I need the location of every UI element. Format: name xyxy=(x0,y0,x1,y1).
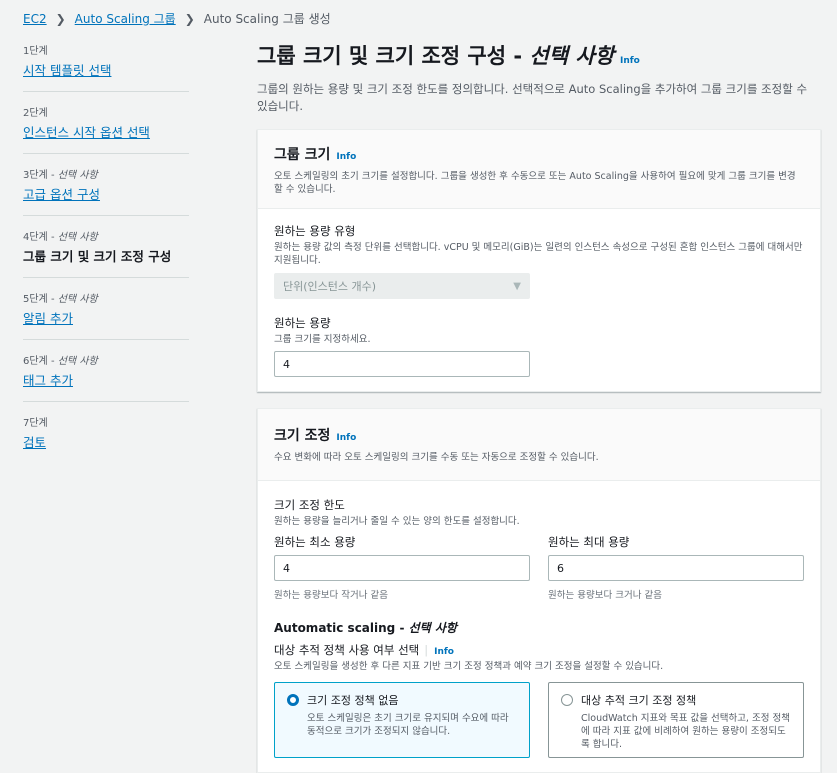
no-scaling-policy-tile[interactable]: 크기 조정 정책 없음 오토 스케일링은 초기 크기로 유지되며 수요에 따라 … xyxy=(274,682,530,758)
step-5: 5단계 - 선택 사항 알림 추가 xyxy=(23,290,189,340)
step-3: 3단계 - 선택 사항 고급 옵션 구성 xyxy=(23,166,189,216)
wizard-steps: 1단계 시작 템플릿 선택 2단계 인스턴스 시작 옵션 선택 3단계 - 선택… xyxy=(23,42,189,475)
scaling-title: 크기 조정 Info xyxy=(274,428,357,444)
step-current-group-size: 그룹 크기 및 크기 조정 구성 xyxy=(23,249,172,264)
step-2: 2단계 인스턴스 시작 옵션 선택 xyxy=(23,104,189,154)
scaling-panel: 크기 조정 Info 수요 변화에 따라 오토 스케일링의 크기를 수동 또는 자… xyxy=(257,408,821,773)
page-description: 그룹의 원하는 용량 및 크기 조정 한도를 정의합니다. 선택적으로 Auto… xyxy=(257,82,808,113)
min-capacity-field: 원하는 최소 용량 4 원하는 용량보다 작거나 같음 xyxy=(274,534,530,601)
capacity-type-description: 원하는 용량 값의 측정 단위를 선택합니다. vCPU 및 메모리(GiB)는… xyxy=(274,242,803,266)
policy-info-link[interactable]: Info xyxy=(434,647,454,657)
scaling-policy-tiles: 크기 조정 정책 없음 오토 스케일링은 초기 크기로 유지되며 수요에 따라 … xyxy=(274,682,804,758)
scaling-description: 수요 변화에 따라 오토 스케일링의 크기를 수동 또는 자동으로 조정할 수 … xyxy=(274,452,599,463)
tile-description: 오토 스케일링은 초기 크기로 유지되며 수요에 따라 동적으로 크기가 조정되… xyxy=(307,713,509,737)
scaling-header: 크기 조정 Info 수요 변화에 따라 오토 스케일링의 크기를 수동 또는 자… xyxy=(258,409,820,481)
step-number: 5단계 - 선택 사항 xyxy=(23,294,98,305)
breadcrumb-auto-scaling-groups[interactable]: Auto Scaling 그룹 xyxy=(75,10,176,27)
step-7: 7단계 검토 xyxy=(23,414,189,463)
group-size-description: 오토 스케일링의 초기 크기를 설정합니다. 그룹을 생성한 후 수동으로 또는… xyxy=(274,171,796,195)
page-info-link[interactable]: Info xyxy=(620,56,640,66)
scaling-info-link[interactable]: Info xyxy=(336,433,356,443)
chevron-right-icon: ❯ xyxy=(184,11,195,26)
target-tracking-policy-tile[interactable]: 대상 추적 크기 조정 정책 CloudWatch 지표와 목표 값을 선택하고… xyxy=(548,682,804,758)
step-number: 1단계 xyxy=(23,46,48,57)
tile-title: 대상 추적 크기 조정 정책 xyxy=(581,694,697,707)
desired-capacity-description: 그룹 크기를 지정하세요. xyxy=(274,334,371,345)
scaling-limits-label: 크기 조정 한도 xyxy=(274,498,345,512)
chevron-right-icon: ❯ xyxy=(55,11,66,26)
main-content: 그룹 크기 및 크기 조정 구성 - 선택 사항 Info 그룹의 원하는 용량 … xyxy=(257,42,821,773)
step-6: 6단계 - 선택 사항 태그 추가 xyxy=(23,352,189,402)
group-size-title: 그룹 크기 Info xyxy=(274,147,357,163)
radio-selected-icon[interactable] xyxy=(287,694,299,706)
desired-capacity-label: 원하는 용량 xyxy=(274,316,331,330)
page-title: 그룹 크기 및 크기 조정 구성 - 선택 사항 Info xyxy=(257,44,640,68)
step-1: 1단계 시작 템플릿 선택 xyxy=(23,42,189,92)
automatic-scaling-heading: Automatic scaling - 선택 사항 xyxy=(274,621,457,635)
capacity-type-select: 단위(인스턴스 개수) ▼ xyxy=(274,273,530,299)
caret-down-icon: ▼ xyxy=(513,280,521,292)
step-number: 3단계 - 선택 사항 xyxy=(23,170,98,181)
step-link-launch-template[interactable]: 시작 템플릿 선택 xyxy=(23,60,189,79)
step-4: 4단계 - 선택 사항 그룹 크기 및 크기 조정 구성 xyxy=(23,228,189,278)
step-number: 7단계 xyxy=(23,418,48,429)
desired-capacity-input[interactable]: 4 xyxy=(274,351,530,377)
max-capacity-field: 원하는 최대 용량 6 원하는 용량보다 크거나 같음 xyxy=(548,534,804,601)
capacity-type-label: 원하는 용량 유형 xyxy=(274,224,356,238)
policy-label: 대상 추적 정책 사용 여부 선택 | Info xyxy=(274,643,454,657)
step-link-advanced-options[interactable]: 고급 옵션 구성 xyxy=(23,184,189,203)
step-link-review[interactable]: 검토 xyxy=(23,432,189,451)
breadcrumb-current: Auto Scaling 그룹 생성 xyxy=(203,12,331,26)
step-number: 2단계 xyxy=(23,108,48,119)
capacity-type-value: 단위(인스턴스 개수) xyxy=(283,280,377,293)
max-capacity-label: 원하는 최대 용량 xyxy=(548,535,630,549)
radio-unselected-icon[interactable] xyxy=(561,694,573,706)
min-capacity-input[interactable]: 4 xyxy=(274,555,530,581)
step-link-notifications[interactable]: 알림 추가 xyxy=(23,308,189,327)
step-number: 6단계 - 선택 사항 xyxy=(23,356,98,367)
step-link-instance-options[interactable]: 인스턴스 시작 옵션 선택 xyxy=(23,122,189,141)
group-size-header: 그룹 크기 Info 오토 스케일링의 초기 크기를 설정합니다. 그룹을 생성한… xyxy=(258,130,820,209)
tile-description: CloudWatch 지표와 목표 값을 선택하고, 조정 정책에 따라 지표 … xyxy=(581,713,790,750)
max-capacity-input[interactable]: 6 xyxy=(548,555,804,581)
group-size-info-link[interactable]: Info xyxy=(336,152,356,162)
breadcrumb-ec2[interactable]: EC2 xyxy=(23,12,47,26)
breadcrumb: EC2 ❯ Auto Scaling 그룹 ❯ Auto Scaling 그룹 … xyxy=(23,10,331,27)
tile-title: 크기 조정 정책 없음 xyxy=(307,694,399,707)
group-size-panel: 그룹 크기 Info 오토 스케일링의 초기 크기를 설정합니다. 그룹을 생성한… xyxy=(257,129,821,392)
policy-description: 오토 스케일링을 생성한 후 다른 지표 기반 크기 조정 정책과 예약 크기 … xyxy=(274,661,664,672)
max-capacity-hint: 원하는 용량보다 크거나 같음 xyxy=(548,590,662,601)
step-number: 4단계 - 선택 사항 xyxy=(23,232,98,243)
step-link-tags[interactable]: 태그 추가 xyxy=(23,370,189,389)
min-capacity-hint: 원하는 용량보다 작거나 같음 xyxy=(274,590,388,601)
min-capacity-label: 원하는 최소 용량 xyxy=(274,535,356,549)
scaling-limits-description: 원하는 용량을 늘리거나 줄일 수 있는 양의 한도를 설정합니다. xyxy=(274,516,520,527)
